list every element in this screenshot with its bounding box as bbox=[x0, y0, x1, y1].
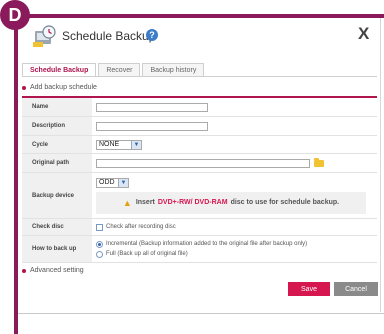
notice-media: DVD+-RW/ DVD-RAM bbox=[157, 199, 228, 206]
full-radio[interactable] bbox=[96, 250, 103, 258]
row-description: Description bbox=[22, 117, 377, 136]
name-label: Name bbox=[22, 98, 92, 116]
check-disc-option: Check after recording disc bbox=[106, 224, 176, 230]
row-original-path: Original path bbox=[22, 154, 377, 173]
backup-device-label: Backup device bbox=[22, 173, 92, 218]
how-label: How to back up bbox=[22, 236, 92, 262]
tab-backup-history[interactable]: Backup history bbox=[142, 63, 205, 77]
warning-icon: ▲ bbox=[122, 197, 132, 208]
incremental-radio[interactable] bbox=[96, 240, 103, 248]
check-disc-label: Check disc bbox=[22, 219, 92, 235]
description-input[interactable] bbox=[96, 121, 208, 131]
schedule-backup-icon bbox=[33, 25, 56, 47]
row-check-disc: Check disc Check after recording disc bbox=[22, 219, 377, 236]
backup-device-select[interactable]: ODD ▼ bbox=[96, 177, 129, 188]
cancel-button[interactable]: Cancel bbox=[334, 282, 378, 296]
incremental-option[interactable]: Incremental (Backup information added to… bbox=[96, 240, 308, 248]
add-schedule-heading: Add backup schedule bbox=[22, 84, 97, 91]
row-name: Name bbox=[22, 98, 377, 117]
step-badge: D bbox=[0, 0, 30, 30]
advanced-setting-label: Advanced setting bbox=[30, 267, 84, 274]
name-input[interactable] bbox=[96, 102, 208, 112]
description-label: Description bbox=[22, 117, 92, 135]
row-how-to-back-up: How to back up Incremental (Backup infor… bbox=[22, 236, 377, 263]
check-disc-checkbox[interactable] bbox=[96, 223, 103, 231]
full-option[interactable]: Full (Back up all of original file) bbox=[96, 250, 188, 258]
backup-device-value: ODD bbox=[99, 179, 115, 186]
cycle-value: NONE bbox=[99, 141, 120, 148]
original-path-label: Original path bbox=[22, 154, 92, 172]
cycle-label: Cycle bbox=[22, 136, 92, 153]
chevron-down-icon: ▼ bbox=[131, 140, 141, 149]
help-icon[interactable]: ? bbox=[146, 29, 158, 41]
bullet-icon bbox=[22, 85, 26, 90]
notice-post: disc to use for schedule backup. bbox=[230, 199, 340, 206]
backup-form: Name Description Cycle NONE ▼ Original p… bbox=[22, 96, 377, 263]
full-label: Full (Back up all of original file) bbox=[106, 251, 188, 257]
cycle-select[interactable]: NONE ▼ bbox=[96, 139, 142, 150]
save-button[interactable]: Save bbox=[288, 282, 330, 296]
tab-schedule-backup[interactable]: Schedule Backup bbox=[22, 63, 97, 77]
frame-divider bbox=[18, 313, 384, 314]
original-path-input[interactable] bbox=[96, 158, 310, 168]
folder-icon[interactable] bbox=[314, 157, 324, 167]
close-icon[interactable]: X bbox=[358, 24, 369, 44]
bullet-icon bbox=[22, 268, 26, 273]
add-schedule-label: Add backup schedule bbox=[30, 84, 97, 91]
tab-bar: Schedule Backup Recover Backup history bbox=[22, 63, 206, 77]
tab-recover[interactable]: Recover bbox=[98, 63, 141, 77]
advanced-setting-link[interactable]: Advanced setting bbox=[22, 267, 84, 274]
notice-pre: Insert bbox=[135, 199, 155, 206]
row-cycle: Cycle NONE ▼ bbox=[22, 136, 377, 154]
tab-divider bbox=[22, 76, 377, 77]
chevron-down-icon: ▼ bbox=[118, 178, 128, 187]
row-backup-device: Backup device ODD ▼ ▲ Insert DVD+-RW/ DV… bbox=[22, 173, 377, 219]
dialog-title: Schedule Backup bbox=[62, 29, 156, 43]
insert-disc-notice: ▲ Insert DVD+-RW/ DVD-RAM disc to use fo… bbox=[96, 191, 366, 214]
incremental-label: Incremental (Backup information added to… bbox=[106, 241, 308, 247]
